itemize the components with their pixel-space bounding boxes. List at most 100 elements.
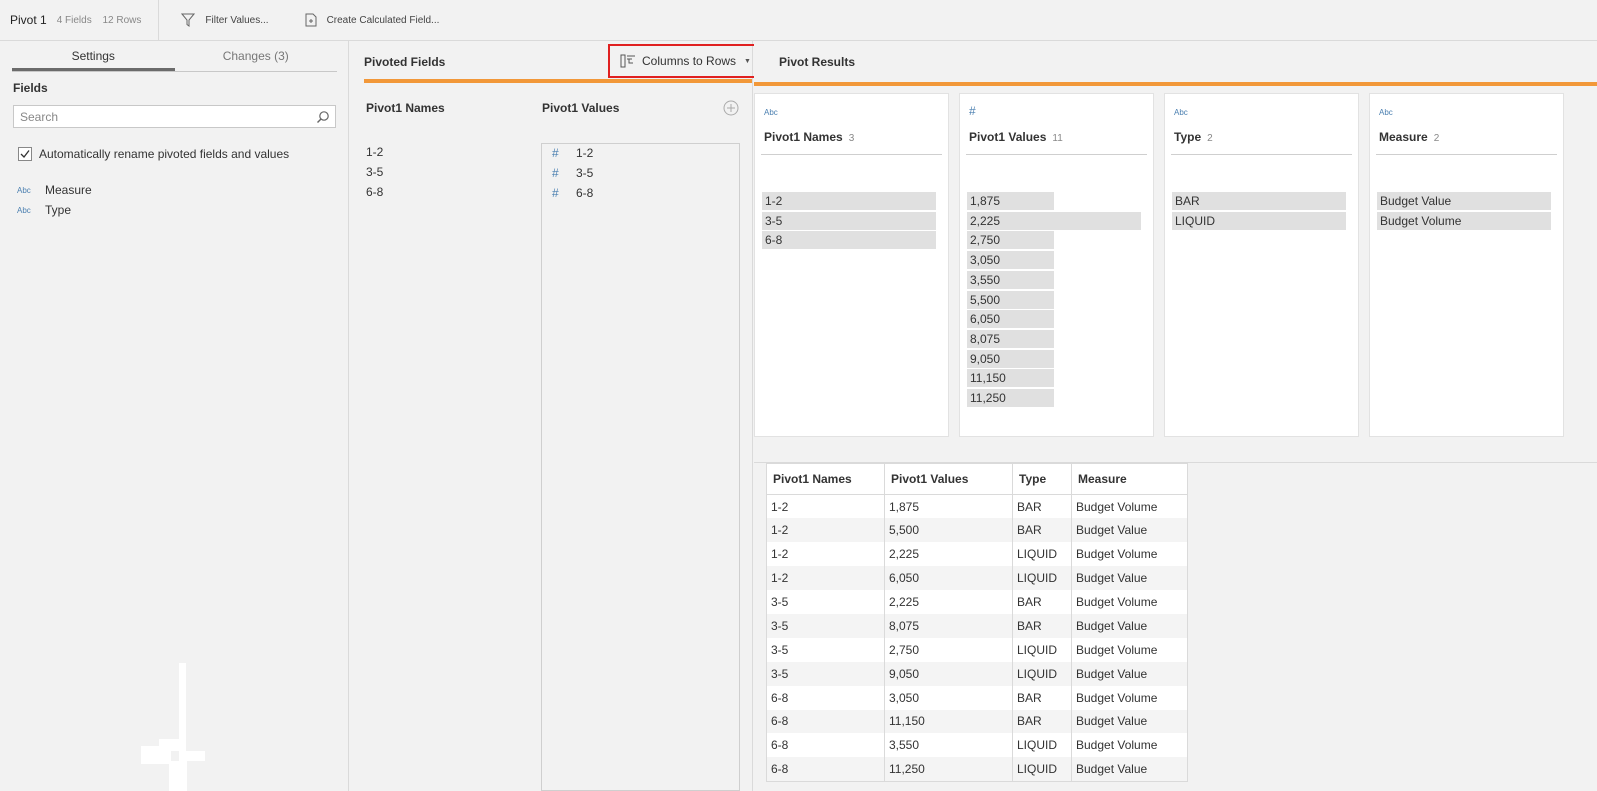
table-cell: Budget Value bbox=[1071, 566, 1188, 591]
table-cell: BAR bbox=[1012, 709, 1072, 734]
value-bar[interactable]: 3,550 bbox=[967, 270, 1054, 289]
value-bar[interactable]: Budget Volume bbox=[1377, 211, 1551, 230]
field-name: Type bbox=[1174, 130, 1202, 144]
search-input[interactable] bbox=[14, 106, 304, 127]
tab-changes[interactable]: Changes (3) bbox=[175, 41, 338, 71]
cursor-artifact-icon bbox=[141, 663, 205, 791]
table-row[interactable]: 3-5 2,750 LIQUID Budget Volume bbox=[766, 637, 1188, 662]
tab-settings[interactable]: Settings bbox=[12, 41, 175, 71]
field-item-measure[interactable]: Abc Measure bbox=[17, 183, 92, 197]
table-cell: Budget Value bbox=[1071, 757, 1188, 782]
value-bar[interactable]: 11,150 bbox=[967, 369, 1054, 388]
pivot-names-header: Pivot1 Names bbox=[366, 101, 445, 115]
number-type-icon: # bbox=[552, 166, 559, 180]
table-row[interactable]: 1-2 1,875 BAR Budget Volume bbox=[766, 494, 1188, 519]
card-divider bbox=[761, 154, 942, 155]
table-cell: LIQUID bbox=[1012, 757, 1072, 782]
table-cell: 2,750 bbox=[884, 637, 1013, 662]
top-toolbar: Pivot 1 4 Fields 12 Rows Filter Values..… bbox=[0, 0, 1597, 41]
pivot-value-label: 1-2 bbox=[576, 146, 594, 160]
profile-card[interactable]: Abc Pivot1 Names 3 1-2 3-5 6-8 bbox=[754, 93, 949, 437]
table-cell: LIQUID bbox=[1012, 542, 1072, 567]
pivot-name-item[interactable]: 6-8 bbox=[366, 185, 383, 199]
table-cell: 6,050 bbox=[884, 566, 1013, 591]
field-name: Type bbox=[45, 203, 72, 217]
value-bar[interactable]: Budget Value bbox=[1377, 192, 1551, 210]
create-calculated-field-button[interactable]: Create Calculated Field... bbox=[305, 13, 439, 27]
value-bar[interactable]: 3,050 bbox=[967, 251, 1054, 270]
fields-heading: Fields bbox=[13, 81, 48, 95]
value-bar[interactable]: 6-8 bbox=[762, 231, 936, 250]
profile-card[interactable]: # Pivot1 Values 11 1,875 2,225 2,750 3,050 3,55… bbox=[959, 93, 1154, 437]
pivot-name-item[interactable]: 3-5 bbox=[366, 165, 383, 179]
pivot-results-panel: Pivot Results Abc Pivot1 Names 3 1-2 3-5 6-8 #… bbox=[754, 41, 1597, 791]
pivot-value-item[interactable]: # 6-8 bbox=[552, 186, 593, 200]
pivot-type-label: Columns to Rows bbox=[642, 54, 737, 68]
table-cell: 11,250 bbox=[884, 757, 1013, 782]
columns-to-rows-icon bbox=[620, 54, 636, 68]
table-cell: 11,150 bbox=[884, 709, 1013, 734]
chevron-down-icon: ▼ bbox=[744, 57, 751, 65]
pivoted-fields-title: Pivoted Fields bbox=[364, 55, 446, 69]
value-bar[interactable]: 6,050 bbox=[967, 310, 1054, 329]
table-row[interactable]: 6-8 11,250 LIQUID Budget Value bbox=[766, 757, 1188, 782]
pivot-values-dropzone[interactable]: # 1-2 # 3-5 # 6-8 bbox=[541, 143, 740, 791]
table-cell: BAR bbox=[1012, 590, 1072, 614]
table-row[interactable]: 3-5 9,050 LIQUID Budget Value bbox=[766, 661, 1188, 686]
number-type-icon: # bbox=[969, 104, 976, 118]
column-header[interactable]: Type bbox=[1012, 463, 1072, 495]
table-row[interactable]: 6-8 3,050 BAR Budget Volume bbox=[766, 685, 1188, 710]
pivot-name-item[interactable]: 1-2 bbox=[366, 145, 383, 159]
pivot-results-title: Pivot Results bbox=[779, 55, 856, 69]
table-cell: Budget Volume bbox=[1071, 590, 1188, 614]
column-header[interactable]: Pivot1 Values bbox=[884, 463, 1013, 495]
add-pivot-icon[interactable] bbox=[723, 100, 739, 116]
value-bar[interactable]: BAR bbox=[1172, 192, 1346, 210]
table-row[interactable]: 6-8 3,550 LIQUID Budget Volume bbox=[766, 733, 1188, 758]
table-cell: LIQUID bbox=[1012, 733, 1072, 758]
table-row[interactable]: 6-8 11,150 BAR Budget Value bbox=[766, 709, 1188, 734]
auto-rename-checkbox[interactable] bbox=[18, 147, 32, 161]
filter-values-button[interactable]: Filter Values... bbox=[181, 13, 269, 27]
string-type-icon: Abc bbox=[764, 108, 778, 117]
table-row[interactable]: 3-5 2,225 BAR Budget Volume bbox=[766, 590, 1188, 614]
profile-card[interactable]: Abc Measure 2 Budget Value Budget Volume bbox=[1369, 93, 1564, 437]
rows-count: 12 Rows bbox=[102, 14, 142, 26]
profile-card-title: Pivot1 Names 3 bbox=[764, 130, 854, 144]
calculated-field-icon bbox=[305, 13, 317, 27]
results-table: Pivot1 Names Pivot1 Values Type Measure … bbox=[766, 463, 1188, 782]
string-type-icon: Abc bbox=[17, 185, 31, 195]
table-cell: 1-2 bbox=[766, 494, 885, 519]
table-row[interactable]: 1-2 2,225 LIQUID Budget Volume bbox=[766, 542, 1188, 567]
value-bar[interactable]: 9,050 bbox=[967, 349, 1054, 368]
value-bar[interactable]: 11,250 bbox=[967, 389, 1054, 407]
profile-card[interactable]: Abc Type 2 BAR LIQUID bbox=[1164, 93, 1359, 437]
table-cell: 3-5 bbox=[766, 661, 885, 686]
filter-values-label: Filter Values... bbox=[205, 14, 269, 26]
pivot-value-item[interactable]: # 3-5 bbox=[552, 166, 593, 180]
card-divider bbox=[1376, 154, 1557, 155]
value-bar[interactable]: 3-5 bbox=[762, 211, 936, 230]
column-header[interactable]: Pivot1 Names bbox=[766, 463, 885, 495]
value-bar[interactable]: 2,225 bbox=[967, 211, 1141, 230]
column-header[interactable]: Measure bbox=[1071, 463, 1188, 495]
table-cell: Budget Value bbox=[1071, 518, 1188, 543]
value-bar[interactable]: 1,875 bbox=[967, 192, 1054, 210]
table-row[interactable]: 3-5 8,075 BAR Budget Value bbox=[766, 613, 1188, 638]
table-row[interactable]: 1-2 6,050 LIQUID Budget Value bbox=[766, 566, 1188, 591]
profile-card-title: Type 2 bbox=[1174, 130, 1213, 144]
table-cell: 1,875 bbox=[884, 494, 1013, 519]
pivoted-fields-panel: Pivoted Fields Columns to Rows ▼ Pivot1 … bbox=[350, 41, 763, 791]
value-bar[interactable]: 5,500 bbox=[967, 290, 1054, 309]
value-bar[interactable]: 2,750 bbox=[967, 231, 1054, 250]
table-cell: Budget Value bbox=[1071, 709, 1188, 734]
pivot-results-header: Pivot Results bbox=[754, 41, 1597, 86]
field-item-type[interactable]: Abc Type bbox=[17, 203, 71, 217]
value-bar[interactable]: LIQUID bbox=[1172, 211, 1346, 230]
table-row[interactable]: 1-2 5,500 BAR Budget Value bbox=[766, 518, 1188, 543]
pivot-type-dropdown[interactable]: Columns to Rows ▼ bbox=[608, 44, 763, 78]
pivot-value-item[interactable]: # 1-2 bbox=[552, 146, 593, 160]
value-bar[interactable]: 1-2 bbox=[762, 192, 936, 210]
value-bar[interactable]: 8,075 bbox=[967, 329, 1054, 348]
field-name: Measure bbox=[1379, 130, 1428, 144]
